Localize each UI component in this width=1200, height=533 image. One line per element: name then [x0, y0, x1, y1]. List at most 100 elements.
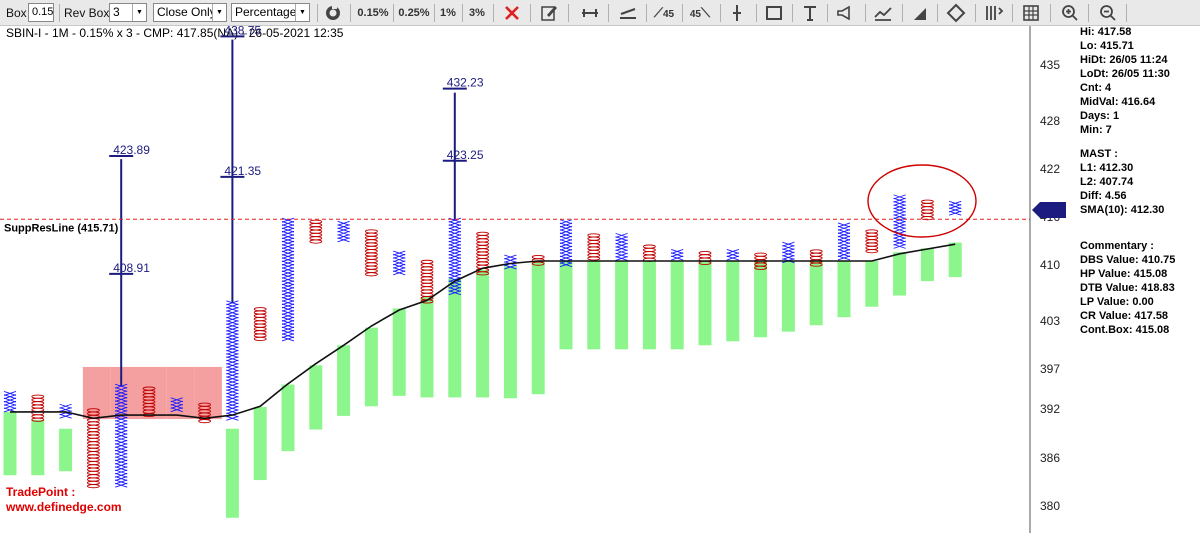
x-mark [615, 246, 628, 252]
x-mark [281, 313, 295, 319]
o-mark [86, 454, 100, 459]
box-3pct-button[interactable]: 3% [465, 2, 489, 24]
toolbar: Box 0.15 Rev Box 3 ▼ Close Only ▼ Percen… [0, 0, 1200, 26]
x-mark [115, 426, 128, 432]
method-select[interactable]: Close Only ▼ [153, 3, 227, 22]
o-mark [86, 437, 100, 443]
o-mark [86, 474, 100, 479]
o-mark [309, 219, 323, 224]
x-mark [837, 248, 851, 254]
x-mark [448, 240, 461, 246]
x-mark [504, 254, 517, 260]
horizontal-line-icon[interactable] [580, 3, 600, 23]
toolbar-separator [59, 4, 60, 22]
info-dtb: DTB Value: 418.83 [1080, 282, 1175, 294]
x-mark [281, 273, 295, 279]
o-mark [865, 242, 879, 247]
info-midval: MidVal: 416.64 [1080, 96, 1156, 108]
x-mark [281, 306, 295, 312]
rev-box-select[interactable]: 3 ▼ [109, 3, 147, 22]
price-tick-label: 410 [1040, 258, 1061, 273]
columns-icon[interactable] [984, 3, 1004, 23]
o-mark [86, 480, 100, 485]
price-tick-label: 435 [1040, 57, 1061, 72]
green-bar [225, 428, 239, 518]
rectangle-icon[interactable] [764, 3, 784, 23]
x-mark [115, 469, 128, 475]
price-tick-label: 386 [1040, 450, 1061, 465]
info-hidt: HiDt: 26/05 11:24 [1080, 54, 1168, 66]
grid-icon[interactable] [1021, 3, 1041, 23]
o-mark [809, 252, 823, 257]
chart-header: SBIN-I - 1M - 0.15% x 3 - CMP: 417.85(NA… [6, 26, 344, 40]
green-bar [3, 411, 17, 476]
box-025-button[interactable]: 0.25% [396, 2, 432, 24]
toolbar-separator [434, 4, 435, 22]
target-label: 432.23 [447, 76, 484, 90]
o-mark [309, 236, 323, 241]
box-size-input[interactable]: 0.15 [28, 3, 54, 22]
x-mark [782, 254, 795, 260]
o-mark [86, 470, 100, 476]
target-label: 408.91 [113, 261, 150, 275]
text-icon[interactable] [800, 3, 820, 23]
o-mark [476, 251, 490, 256]
o-mark [86, 441, 100, 446]
x-mark [281, 240, 295, 246]
zoom-out-icon[interactable] [1098, 3, 1118, 23]
x-mark [837, 222, 851, 228]
angle-45-up-button[interactable]: ⟋45 [650, 2, 678, 24]
o-mark [86, 477, 100, 482]
info-mast: MAST : [1080, 148, 1118, 160]
info-commentary: Commentary : [1080, 240, 1154, 252]
x-mark [837, 242, 851, 248]
edit-icon[interactable] [539, 3, 559, 23]
x-mark [726, 255, 739, 261]
price-tick-label: 403 [1040, 314, 1061, 329]
o-mark [309, 222, 323, 228]
x-column [337, 220, 350, 243]
close-icon[interactable] [502, 3, 522, 23]
o-column [642, 244, 656, 262]
box-1pct-button[interactable]: 1% [437, 2, 459, 24]
green-bar [642, 261, 656, 350]
x-mark [837, 225, 851, 231]
o-mark [253, 313, 267, 318]
x-mark [615, 256, 628, 261]
x-mark [281, 280, 295, 286]
box-015-button[interactable]: 0.15% [355, 2, 391, 24]
angle-45-down-button[interactable]: 45⟍ [686, 2, 714, 24]
o-mark [364, 252, 378, 257]
x-mark [115, 479, 128, 485]
box-type-select[interactable]: Percentage ▼ [231, 3, 310, 22]
green-bar [920, 248, 934, 282]
trend-line-icon[interactable] [618, 3, 638, 23]
o-mark [86, 424, 100, 429]
o-mark [865, 245, 879, 250]
o-mark [364, 265, 378, 270]
x-mark [448, 234, 461, 240]
toolbar-separator [682, 4, 683, 22]
pnf-chart[interactable]: SBIN-I - 1M - 0.15% x 3 - CMP: 417.85(NA… [0, 26, 1032, 533]
x-mark [448, 260, 461, 266]
x-mark [281, 260, 295, 266]
o-mark [920, 206, 934, 211]
vertical-line-icon[interactable] [727, 3, 747, 23]
o-mark [476, 261, 490, 266]
o-mark [364, 235, 378, 241]
info-min: Min: 7 [1080, 124, 1112, 136]
x-mark [226, 336, 239, 342]
diamond-icon[interactable] [946, 3, 966, 23]
x-mark [226, 306, 239, 312]
x-mark [448, 224, 461, 230]
indicator-icon[interactable] [873, 3, 893, 23]
x-mark [281, 277, 295, 282]
refresh-icon[interactable] [323, 3, 343, 23]
alert-icon[interactable] [835, 3, 855, 23]
x-mark [393, 263, 406, 269]
o-mark [642, 251, 656, 256]
fill-icon[interactable] [910, 3, 930, 23]
toolbar-separator [902, 4, 903, 22]
zoom-in-icon[interactable] [1060, 3, 1080, 23]
o-mark [253, 336, 267, 341]
